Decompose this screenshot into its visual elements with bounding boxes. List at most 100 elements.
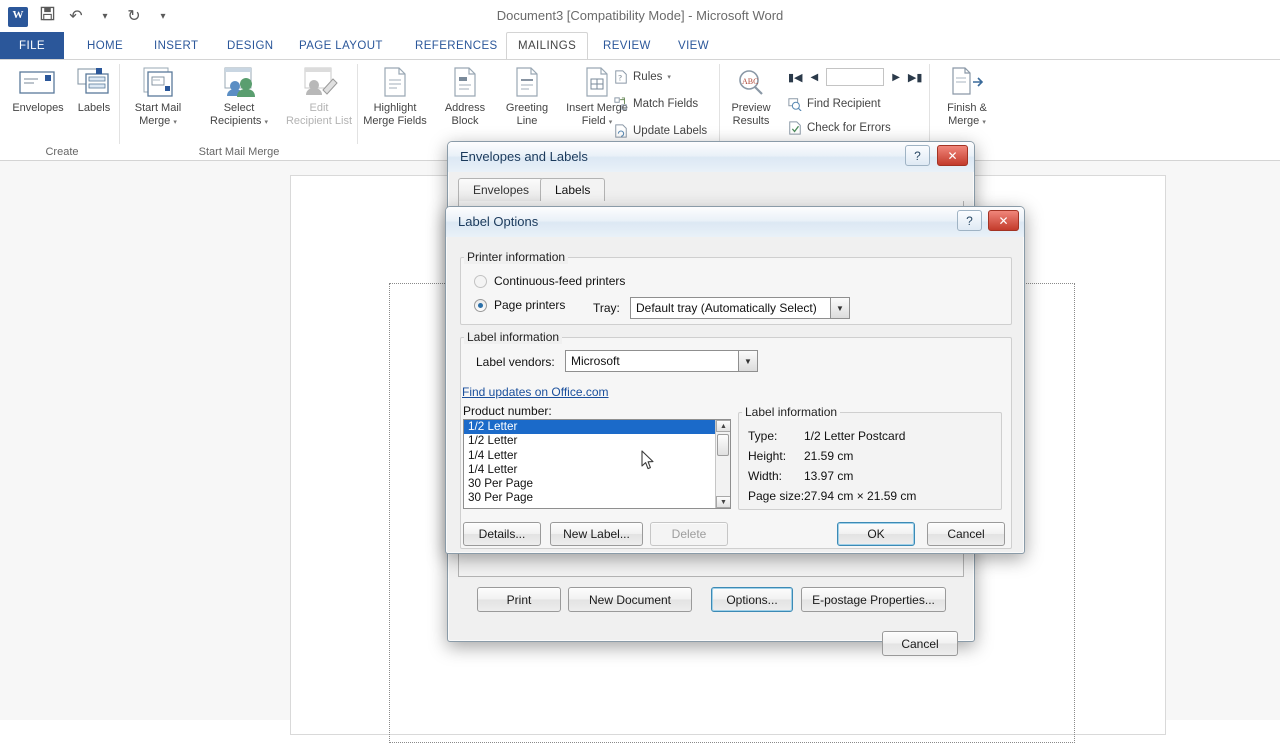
ribbon-button-address-block[interactable]: Address Block [436, 64, 494, 128]
ribbon-button-envelopes[interactable]: Envelopes [6, 64, 70, 115]
product-number-listbox[interactable]: 1/2 Letter 1/2 Letter 1/4 Letter 1/4 Let… [463, 419, 731, 509]
ribbon-button-highlight-merge-fields[interactable]: Highlight Merge Fields [358, 64, 432, 128]
record-number-input[interactable] [826, 68, 885, 86]
details-button[interactable]: Details... [463, 522, 541, 546]
ribbon-button-rules[interactable]: ? Rules ▾ [614, 65, 671, 89]
ok-button[interactable]: OK [837, 522, 915, 546]
chevron-down-icon[interactable]: ▼ [830, 297, 850, 319]
list-item[interactable]: 1/2 Letter [464, 434, 730, 448]
scroll-up-arrow-icon[interactable]: ▲ [716, 420, 730, 432]
label-info-height-key: Height: [748, 449, 787, 463]
continuous-feed-radio-row[interactable]: Continuous-feed printers [474, 274, 625, 288]
preview-results-icon: ABC [720, 64, 782, 100]
highlight-merge-fields-icon [358, 64, 432, 100]
cancel-button[interactable]: Cancel [882, 631, 958, 656]
ribbon-button-match-fields[interactable]: Match Fields [614, 92, 698, 116]
find-updates-link[interactable]: Find updates on Office.com [462, 385, 609, 399]
tab-insert[interactable]: INSERT [143, 32, 209, 60]
help-button[interactable]: ? [905, 145, 930, 166]
previous-record-icon[interactable]: ◀ [811, 72, 819, 83]
ribbon-button-update-labels[interactable]: Update Labels [614, 119, 707, 143]
close-button[interactable]: ✕ [988, 210, 1019, 231]
print-button[interactable]: Print [477, 587, 561, 612]
scroll-down-arrow-icon[interactable]: ▼ [716, 496, 730, 508]
dialog-title: Envelopes and Labels [460, 149, 588, 164]
close-button[interactable]: ✕ [937, 145, 968, 166]
ribbon-group-create: Envelopes Labels Create [4, 60, 120, 160]
cancel-button[interactable]: Cancel [927, 522, 1005, 546]
tray-dropdown[interactable]: Default tray (Automatically Select) ▼ [630, 297, 850, 319]
page-printers-label: Page printers [494, 298, 566, 312]
ribbon-button-label: Edit Recipient List [285, 102, 353, 127]
list-item[interactable]: 1/2 Letter [464, 420, 730, 435]
delete-button: Delete [650, 522, 728, 546]
chevron-down-icon[interactable]: ▾ [173, 119, 177, 126]
dialog-title: Label Options [458, 214, 539, 229]
tab-envelopes[interactable]: Envelopes [458, 178, 545, 202]
list-item[interactable]: 30 Per Page [464, 477, 730, 491]
next-record-icon[interactable]: ▶ [892, 72, 900, 83]
continuous-feed-radio[interactable] [474, 274, 487, 288]
chevron-down-icon[interactable]: ▼ [738, 350, 758, 372]
first-record-icon[interactable]: ▮◀ [788, 71, 803, 84]
ribbon-button-preview-results[interactable]: ABC Preview Results [720, 64, 782, 128]
scrollbar-thumb[interactable] [717, 434, 729, 456]
tray-label: Tray: [593, 301, 620, 315]
ribbon-tab-strip: FILE HOME INSERT DESIGN PAGE LAYOUT REFE… [0, 32, 1280, 60]
chevron-down-icon[interactable]: ▾ [667, 73, 671, 81]
new-label-button[interactable]: New Label... [550, 522, 643, 546]
page-printers-radio-row[interactable]: Page printers [474, 298, 565, 312]
list-item[interactable]: 30 Per Page [464, 491, 730, 505]
label-information-label: Label information [464, 330, 563, 344]
tab-references[interactable]: REFERENCES [404, 32, 509, 60]
ribbon-button-greeting-line[interactable]: Greeting Line [498, 64, 556, 128]
tab-labels[interactable]: Labels [540, 178, 606, 202]
ribbon-button-check-for-errors[interactable]: Check for Errors [788, 116, 891, 140]
tab-home[interactable]: HOME [76, 32, 134, 60]
list-item[interactable]: 1/4 Letter [464, 463, 730, 477]
ribbon-group-label: Start Mail Merge [198, 146, 280, 158]
chevron-down-icon[interactable]: ▾ [982, 119, 986, 126]
tab-design[interactable]: DESIGN [216, 32, 285, 60]
label-vendors-dropdown[interactable]: Microsoft ▼ [565, 350, 758, 372]
chevron-down-icon[interactable]: ▾ [609, 119, 613, 126]
ribbon-button-select-recipients[interactable]: Select Recipients ▾ [198, 64, 280, 129]
document-title: Document3 [Compatibility Mode] - Microso… [496, 8, 784, 23]
printer-information-label: Printer information [464, 250, 569, 264]
ribbon-small-label: Update Labels [633, 125, 708, 137]
label-info-width-value: 13.97 cm [804, 469, 854, 483]
label-info-type-key: Type: [748, 429, 778, 443]
options-button[interactable]: Options... [711, 587, 793, 612]
rules-icon: ? [615, 70, 627, 84]
chevron-down-icon[interactable]: ▾ [264, 119, 268, 126]
ribbon-button-start-mail-merge[interactable]: Start Mail Merge ▾ [122, 64, 194, 129]
e-postage-properties-button[interactable]: E-postage Properties... [801, 587, 946, 612]
ribbon-small-label: Find Recipient [807, 98, 881, 110]
tab-page-layout[interactable]: PAGE LAYOUT [288, 32, 394, 60]
tray-value: Default tray (Automatically Select) [636, 301, 817, 315]
continuous-feed-label: Continuous-feed printers [494, 274, 626, 288]
tab-file[interactable]: FILE [0, 32, 64, 60]
ribbon-button-find-recipient[interactable]: Find Recipient [788, 92, 881, 116]
select-recipients-icon [198, 64, 280, 100]
ribbon-button-label: Preview Results [731, 102, 771, 127]
ribbon-button-finish-and-merge[interactable]: Finish & Merge ▾ [934, 64, 1000, 129]
page-printers-radio[interactable] [474, 298, 487, 312]
new-document-button[interactable]: New Document [568, 587, 692, 612]
tab-view[interactable]: VIEW [667, 32, 720, 60]
ribbon-small-label: Match Fields [633, 98, 699, 110]
listbox-scrollbar[interactable]: ▲ ▼ [715, 420, 730, 508]
ribbon-button-labels[interactable]: Labels [62, 64, 126, 115]
tab-mailings[interactable]: MAILINGS [506, 32, 589, 60]
product-number-label: Product number: [463, 404, 552, 418]
record-navigation: ▮◀ ◀ ▶ ▶▮ [788, 68, 922, 86]
label-info-pagesize-value: 27.94 cm × 21.59 cm [804, 489, 917, 503]
ribbon-button-label: Address Block [444, 102, 486, 127]
last-record-icon[interactable]: ▶▮ [908, 71, 923, 84]
help-button[interactable]: ? [957, 210, 982, 231]
tab-review[interactable]: REVIEW [592, 32, 662, 60]
list-item[interactable]: 1/4 Letter [464, 449, 730, 463]
ribbon-small-label: Check for Errors [807, 122, 891, 134]
find-recipient-icon [788, 98, 802, 111]
address-block-icon [436, 64, 494, 100]
